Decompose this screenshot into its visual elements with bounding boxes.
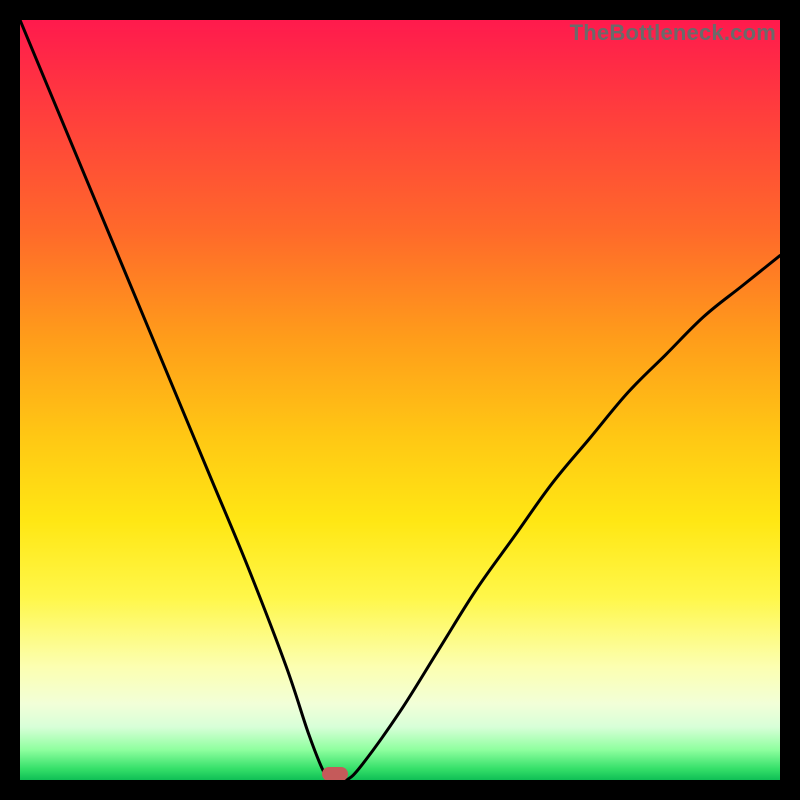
watermark-text: TheBottleneck.com <box>570 20 776 46</box>
chart-frame: TheBottleneck.com <box>0 0 800 800</box>
plot-area: TheBottleneck.com <box>20 20 780 780</box>
optimal-point-marker <box>322 767 348 780</box>
bottleneck-curve <box>20 20 780 780</box>
curve-right-branch <box>339 256 780 780</box>
curve-left-branch <box>20 20 339 780</box>
